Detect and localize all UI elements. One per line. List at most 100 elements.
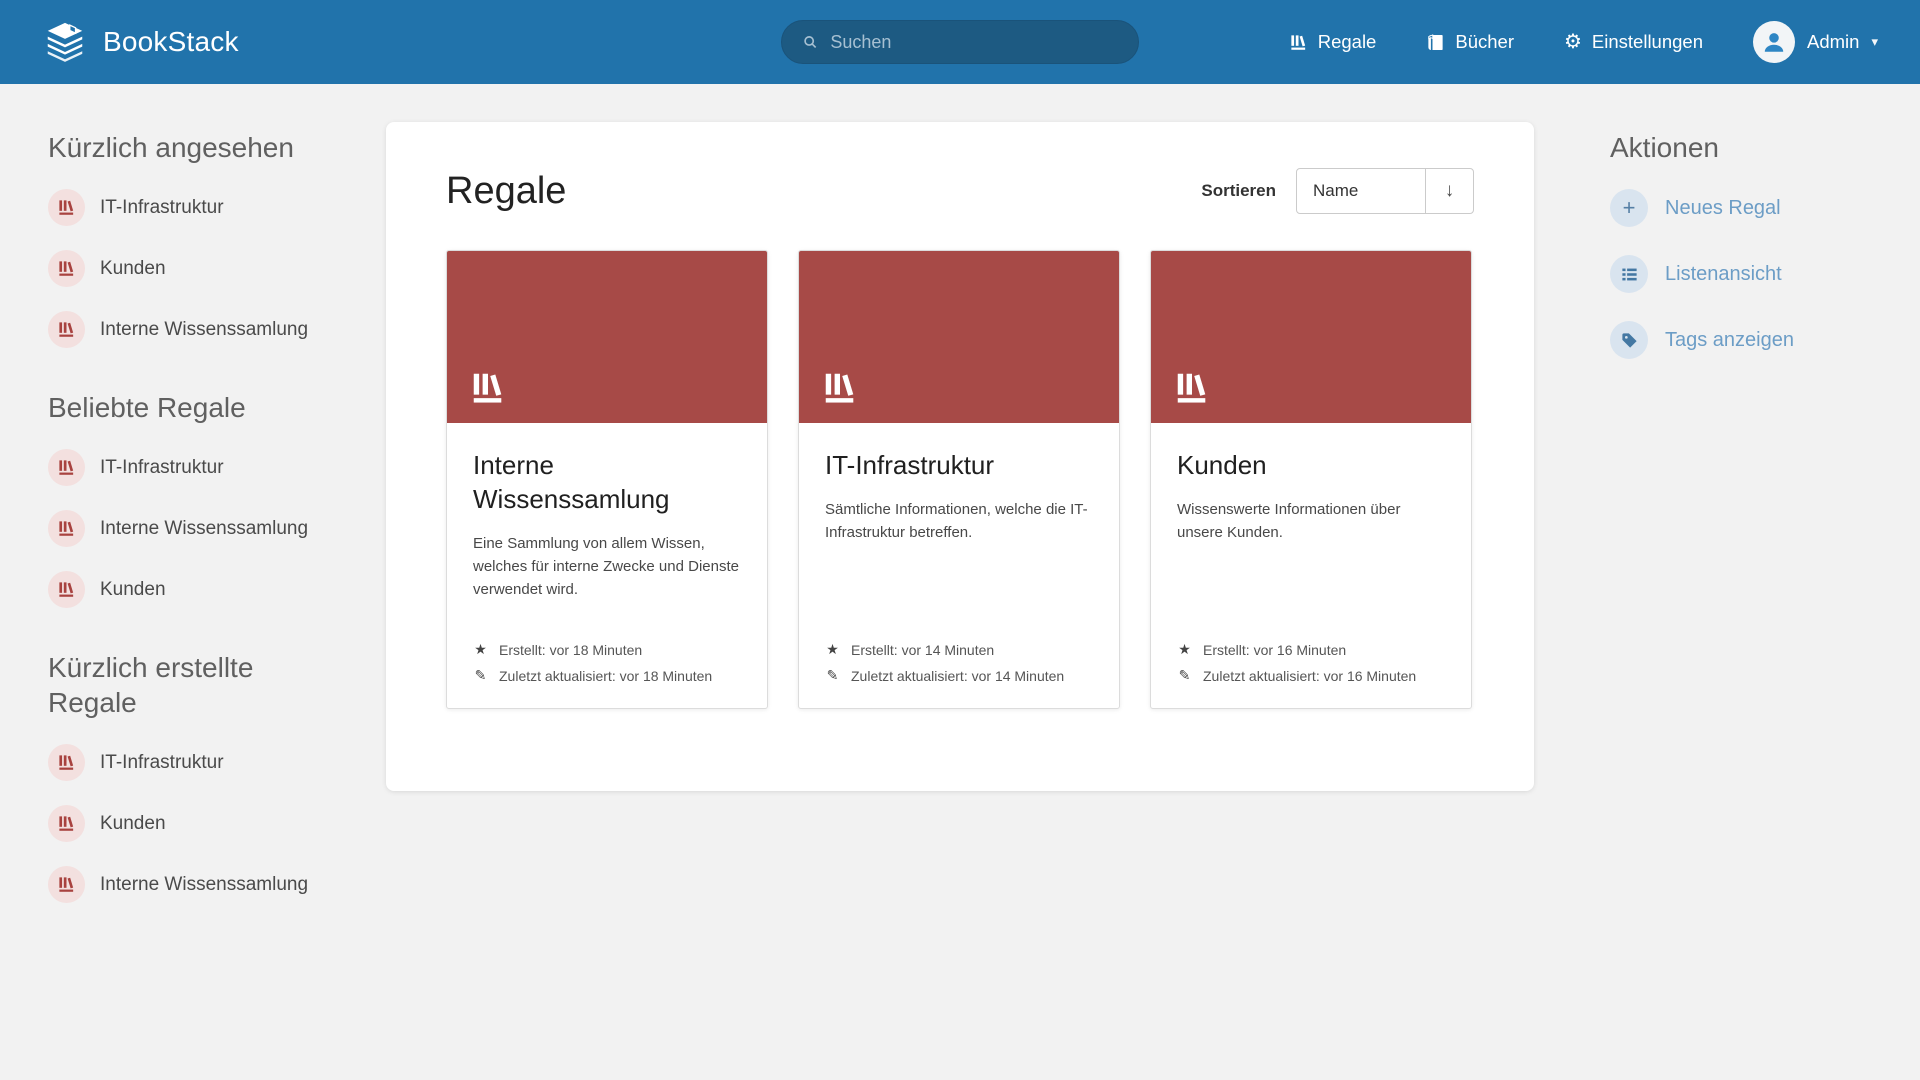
bookshelf-icon <box>57 320 76 339</box>
section-recently-viewed: Kürzlich angesehen IT-Infrastruktur Kund… <box>48 130 346 348</box>
sidebar-item-label: Interne Wissenssamlung <box>100 319 308 341</box>
shelf-card-description: Eine Sammlung von allem Wissen, welches … <box>473 532 741 602</box>
sidebar-item-label: Interne Wissenssamlung <box>100 874 308 896</box>
shelf-card-description: Wissenswerte Informationen über unsere K… <box>1177 498 1445 545</box>
plus-icon: + <box>1623 197 1636 219</box>
sidebar-item-shelf[interactable]: Interne Wissenssamlung <box>48 866 346 903</box>
sidebar-item-shelf[interactable]: Kunden <box>48 571 346 608</box>
sidebar-item-shelf[interactable]: IT-Infrastruktur <box>48 449 346 486</box>
meta-updated: ✎ Zuletzt aktualisiert: vor 14 Minuten <box>825 667 1093 684</box>
bookshelf-icon <box>57 814 76 833</box>
star-icon: ★ <box>473 641 488 658</box>
bookshelf-icon <box>1289 33 1308 52</box>
sidebar-item-label: IT-Infrastruktur <box>100 752 224 774</box>
sort-label: Sortieren <box>1201 181 1276 201</box>
shelf-card-body: Interne Wissenssamlung Eine Sammlung von… <box>447 423 767 708</box>
meta-created: ★ Erstellt: vor 16 Minuten <box>1177 641 1445 658</box>
bookshelf-icon <box>57 753 76 772</box>
sort-value-dropdown[interactable]: Name <box>1297 169 1425 213</box>
bookstack-logo-icon <box>42 19 88 65</box>
shelf-card-description: Sämtliche Informationen, welche die IT-I… <box>825 498 1093 545</box>
sort-direction-button[interactable]: ↓ <box>1425 169 1473 213</box>
gear-icon: ⚙ <box>1564 32 1582 52</box>
action-label: Listenansicht <box>1665 263 1782 286</box>
actions-list: + Neues Regal Listenansicht <box>1610 189 1920 359</box>
shelf-badge <box>48 510 85 547</box>
sidebar-item-label: IT-Infrastruktur <box>100 457 224 479</box>
section-list: IT-Infrastruktur Kunden Interne Wissenss… <box>48 189 346 348</box>
shelf-badge <box>48 571 85 608</box>
shelf-card-interne-wissenssamlung[interactable]: Interne Wissenssamlung Eine Sammlung von… <box>446 250 768 709</box>
meta-updated: ✎ Zuletzt aktualisiert: vor 18 Minuten <box>473 667 741 684</box>
bookshelf-icon <box>469 369 507 407</box>
app-header: BookStack Regale Bücher ⚙ Einstellungen <box>0 0 1920 84</box>
action-label: Neues Regal <box>1665 197 1781 220</box>
sidebar-item-shelf[interactable]: IT-Infrastruktur <box>48 744 346 781</box>
show-tags-button[interactable]: Tags anzeigen <box>1610 321 1920 359</box>
shelf-card-title: Kunden <box>1177 449 1445 483</box>
plus-badge: + <box>1610 189 1648 227</box>
nav-books[interactable]: Bücher <box>1426 31 1514 53</box>
shelf-card-it-infrastruktur[interactable]: IT-Infrastruktur Sämtliche Informationen… <box>798 250 1120 709</box>
sidebar-item-label: IT-Infrastruktur <box>100 197 224 219</box>
shelf-badge <box>48 250 85 287</box>
list-view-button[interactable]: Listenansicht <box>1610 255 1920 293</box>
shelf-card-meta: ★ Erstellt: vor 14 Minuten ✎ Zuletzt akt… <box>825 641 1093 684</box>
bookshelf-icon <box>1173 369 1211 407</box>
sidebar-item-shelf[interactable]: Kunden <box>48 250 346 287</box>
user-name: Admin <box>1807 31 1859 53</box>
sort-group: Sortieren Name ↓ <box>1201 168 1474 214</box>
updated-text: Zuletzt aktualisiert: vor 18 Minuten <box>499 668 712 684</box>
shelf-card-cover <box>447 251 767 423</box>
panel-header: Regale Sortieren Name ↓ <box>446 168 1474 214</box>
search-bar[interactable] <box>781 20 1139 64</box>
shelf-card-cover <box>799 251 1119 423</box>
bookshelf-icon <box>57 259 76 278</box>
new-shelf-button[interactable]: + Neues Regal <box>1610 189 1920 227</box>
shelf-badge <box>48 189 85 226</box>
pencil-icon: ✎ <box>825 667 840 684</box>
nav-settings[interactable]: ⚙ Einstellungen <box>1564 31 1703 53</box>
app-logo[interactable]: BookStack <box>42 19 239 65</box>
sidebar-item-shelf[interactable]: Kunden <box>48 805 346 842</box>
sidebar-item-shelf[interactable]: IT-Infrastruktur <box>48 189 346 226</box>
created-text: Erstellt: vor 16 Minuten <box>1203 642 1346 658</box>
sidebar-item-shelf[interactable]: Interne Wissenssamlung <box>48 510 346 547</box>
shelf-grid: Interne Wissenssamlung Eine Sammlung von… <box>446 250 1474 709</box>
right-sidebar: Aktionen + Neues Regal Listenansicht <box>1534 84 1920 359</box>
sidebar-item-label: Interne Wissenssamlung <box>100 518 308 540</box>
nav-shelves-label: Regale <box>1318 31 1377 53</box>
avatar <box>1753 21 1795 63</box>
star-icon: ★ <box>1177 641 1192 658</box>
shelf-card-body: Kunden Wissenswerte Informationen über u… <box>1151 423 1471 708</box>
star-icon: ★ <box>825 641 840 658</box>
arrow-down-icon: ↓ <box>1445 180 1455 202</box>
tag-badge <box>1610 321 1648 359</box>
list-badge <box>1610 255 1648 293</box>
sidebar-item-shelf[interactable]: Interne Wissenssamlung <box>48 311 346 348</box>
sort-control: Name ↓ <box>1296 168 1474 214</box>
shelf-card-body: IT-Infrastruktur Sämtliche Informationen… <box>799 423 1119 708</box>
left-sidebar: Kürzlich angesehen IT-Infrastruktur Kund… <box>0 84 386 945</box>
list-icon <box>1620 265 1639 284</box>
search-input[interactable] <box>830 32 1118 53</box>
tag-icon <box>1620 331 1639 350</box>
shelf-card-meta: ★ Erstellt: vor 18 Minuten ✎ Zuletzt akt… <box>473 641 741 684</box>
shelf-badge <box>48 866 85 903</box>
section-heading: Kürzlich angesehen <box>48 130 346 165</box>
nav-shelves[interactable]: Regale <box>1289 31 1377 53</box>
chevron-down-icon: ▾ <box>1871 34 1878 50</box>
bookshelf-icon <box>57 198 76 217</box>
user-menu[interactable]: Admin ▾ <box>1753 21 1878 63</box>
shelf-badge <box>48 744 85 781</box>
main-panel: Regale Sortieren Name ↓ Interne Wissenss… <box>386 122 1534 791</box>
sidebar-item-label: Kunden <box>100 579 166 601</box>
section-recently-created-shelves: Kürzlich erstellte Regale IT-Infrastrukt… <box>48 650 346 903</box>
shelf-card-kunden[interactable]: Kunden Wissenswerte Informationen über u… <box>1150 250 1472 709</box>
section-list: IT-Infrastruktur Interne Wissenssamlung … <box>48 449 346 608</box>
meta-created: ★ Erstellt: vor 14 Minuten <box>825 641 1093 658</box>
section-heading: Beliebte Regale <box>48 390 346 425</box>
actions-heading: Aktionen <box>1610 130 1920 165</box>
pencil-icon: ✎ <box>473 667 488 684</box>
bookshelf-icon <box>57 519 76 538</box>
